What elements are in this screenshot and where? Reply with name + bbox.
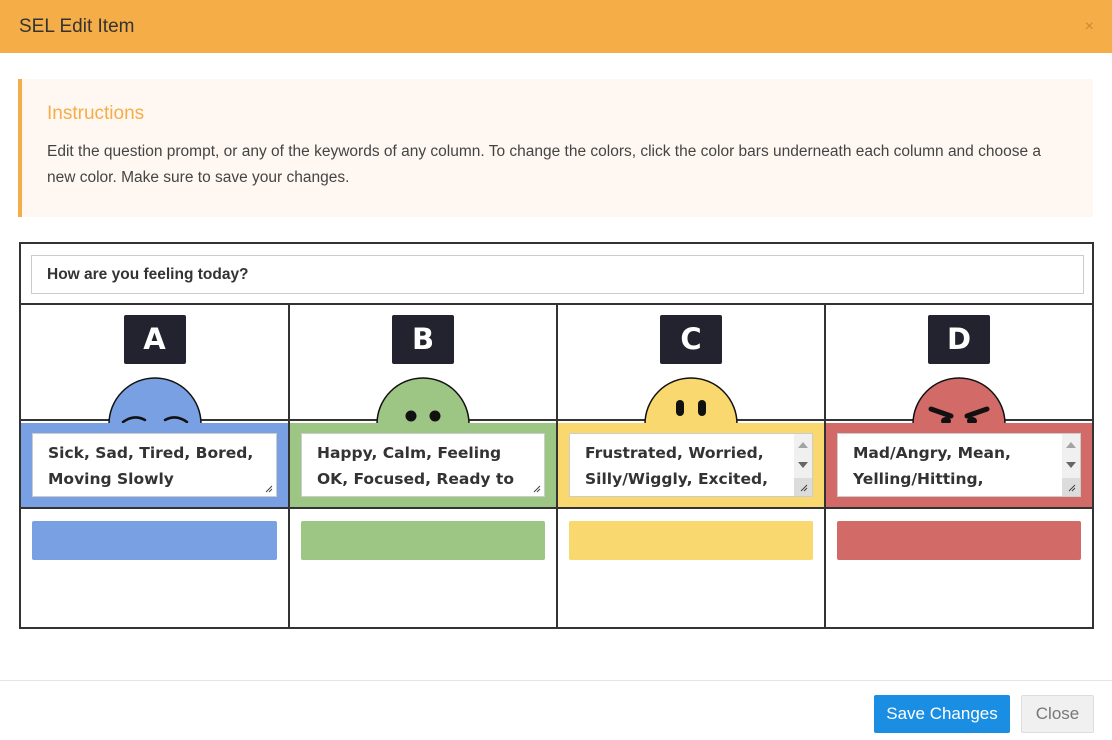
resize-grip-icon[interactable] bbox=[264, 484, 273, 493]
color-bar-d[interactable] bbox=[837, 521, 1081, 560]
sel-item-grid: A Sick, Sad, Tired, Bored, Moving Slowly… bbox=[19, 242, 1094, 629]
color-cell bbox=[558, 511, 824, 571]
save-changes-button[interactable]: Save Changes bbox=[874, 695, 1010, 733]
prompt-row bbox=[21, 244, 1092, 305]
color-cell bbox=[21, 511, 288, 571]
face-cell: A bbox=[21, 305, 288, 471]
face-cell: C bbox=[558, 305, 824, 471]
keywords-cell: Happy, Calm, Feeling OK, Focused, Ready … bbox=[290, 423, 556, 509]
scroll-up-icon[interactable] bbox=[798, 442, 808, 448]
face-cell: D bbox=[826, 305, 1092, 471]
resize-grip-icon[interactable] bbox=[532, 484, 541, 493]
close-button[interactable]: Close bbox=[1021, 695, 1094, 733]
keywords-text: Frustrated, Worried, Silly/Wiggly, Excit… bbox=[585, 444, 768, 488]
keywords-text: Happy, Calm, Feeling OK, Focused, Ready … bbox=[317, 444, 514, 488]
scroll-up-icon[interactable] bbox=[1066, 442, 1076, 448]
column-b: B Happy, Calm, Feeling OK, Focused, Read… bbox=[288, 305, 556, 627]
instructions-text: Edit the question prompt, or any of the … bbox=[47, 143, 1042, 186]
keywords-text: Mad/Angry, Mean, Yelling/Hitting, bbox=[853, 444, 1011, 488]
column-letter: D bbox=[928, 315, 990, 364]
color-cell bbox=[290, 511, 556, 571]
color-bar-c[interactable] bbox=[569, 521, 813, 560]
scroll-down-icon[interactable] bbox=[1066, 462, 1076, 468]
column-letter: B bbox=[392, 315, 454, 364]
instructions-panel: Instructions Edit the question prompt, o… bbox=[18, 79, 1093, 217]
modal-title: SEL Edit Item bbox=[19, 15, 135, 37]
footer-divider bbox=[0, 680, 1112, 681]
instructions-title: Instructions bbox=[47, 103, 145, 124]
color-bar-a[interactable] bbox=[32, 521, 277, 560]
keywords-textarea[interactable]: Happy, Calm, Feeling OK, Focused, Ready … bbox=[301, 433, 545, 497]
resize-grip-icon[interactable] bbox=[1067, 483, 1076, 492]
column-letter: C bbox=[660, 315, 722, 364]
resize-grip-icon[interactable] bbox=[799, 483, 808, 492]
keywords-cell: Frustrated, Worried, Silly/Wiggly, Excit… bbox=[558, 423, 824, 509]
column-a: A Sick, Sad, Tired, Bored, Moving Slowly bbox=[21, 305, 288, 627]
keywords-textarea[interactable]: Mad/Angry, Mean, Yelling/Hitting, bbox=[837, 433, 1081, 497]
column-c: C Frustrated, Worried, Silly/Wiggly, Exc… bbox=[556, 305, 824, 627]
keywords-textarea[interactable]: Sick, Sad, Tired, Bored, Moving Slowly bbox=[32, 433, 277, 497]
keywords-text: Sick, Sad, Tired, Bored, Moving Slowly bbox=[48, 444, 254, 488]
modal-header: SEL Edit Item × bbox=[0, 0, 1112, 53]
column-letter: A bbox=[123, 315, 186, 364]
scroll-down-icon[interactable] bbox=[798, 462, 808, 468]
column-d: D Mad/Angry, Mean, Yelling/Hitting, bbox=[824, 305, 1092, 627]
color-bar-b[interactable] bbox=[301, 521, 545, 560]
keywords-cell: Mad/Angry, Mean, Yelling/Hitting, bbox=[826, 423, 1092, 509]
keywords-cell: Sick, Sad, Tired, Bored, Moving Slowly bbox=[21, 423, 288, 509]
close-icon[interactable]: × bbox=[1085, 18, 1094, 35]
face-cell: B bbox=[290, 305, 556, 471]
color-cell bbox=[826, 511, 1092, 571]
question-prompt-input[interactable] bbox=[31, 255, 1084, 294]
keywords-textarea[interactable]: Frustrated, Worried, Silly/Wiggly, Excit… bbox=[569, 433, 813, 497]
